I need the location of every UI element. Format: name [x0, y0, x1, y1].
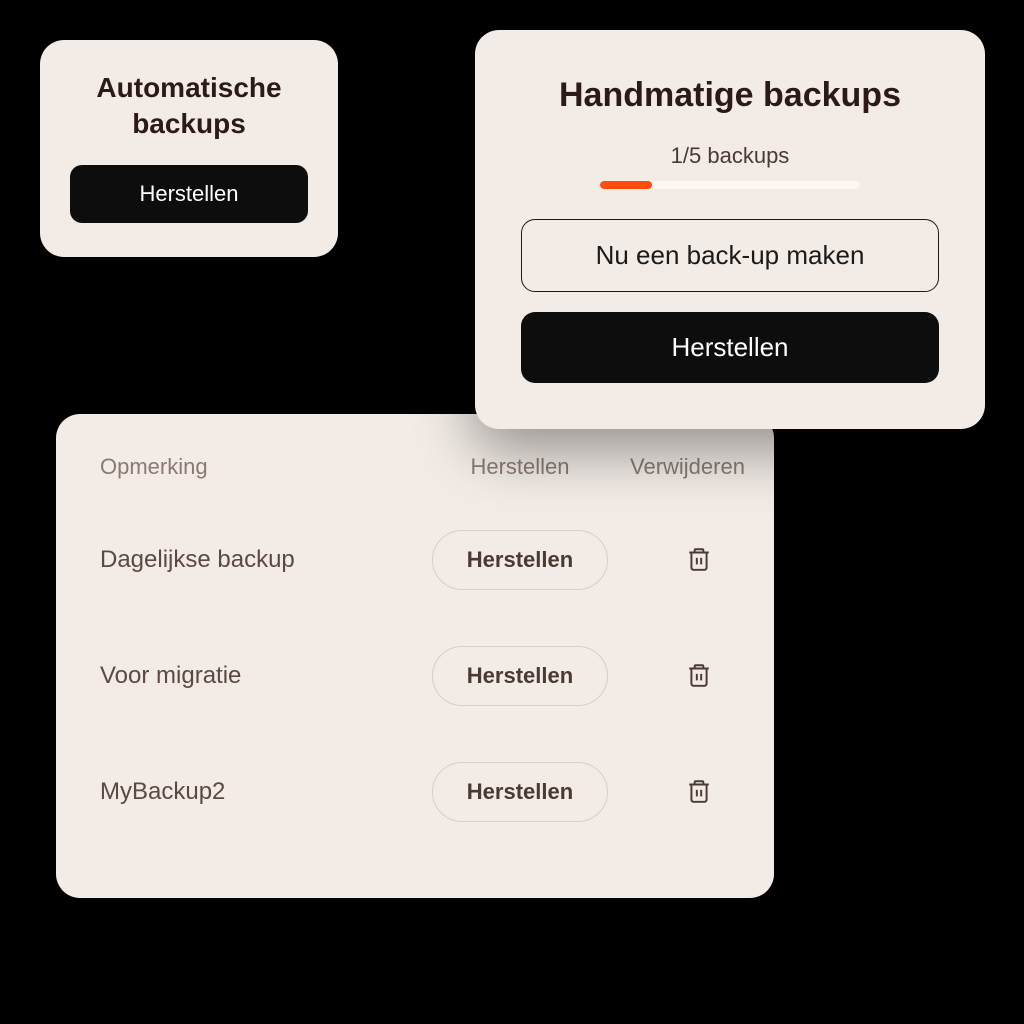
manual-backups-card: Handmatige backups 1/5 backups Nu een ba…: [475, 30, 985, 429]
auto-backups-card: Automatische backups Herstellen: [40, 40, 338, 257]
header-delete: Verwijderen: [630, 454, 757, 480]
trash-icon: [686, 560, 712, 575]
backup-quota-progress-fill: [600, 181, 652, 189]
row-delete-button[interactable]: [680, 540, 718, 581]
trash-icon: [686, 792, 712, 807]
backup-quota-progress: [600, 181, 860, 189]
row-note: Dagelijkse backup: [100, 546, 410, 574]
table-header: Opmerking Herstellen Verwijderen: [100, 454, 730, 480]
table-row: Voor migratie Herstellen: [100, 646, 730, 706]
row-delete-button[interactable]: [680, 656, 718, 697]
row-note: Voor migratie: [100, 662, 410, 690]
table-row: Dagelijkse backup Herstellen: [100, 530, 730, 590]
auto-restore-button[interactable]: Herstellen: [70, 165, 308, 223]
row-restore-button[interactable]: Herstellen: [432, 762, 608, 822]
auto-backups-title: Automatische backups: [70, 70, 308, 143]
row-delete-button[interactable]: [680, 772, 718, 813]
manual-restore-button[interactable]: Herstellen: [521, 312, 939, 383]
row-restore-button[interactable]: Herstellen: [432, 646, 608, 706]
row-note: MyBackup2: [100, 778, 410, 806]
trash-icon: [686, 676, 712, 691]
table-row: MyBackup2 Herstellen: [100, 762, 730, 822]
header-note: Opmerking: [100, 454, 410, 480]
backup-now-button[interactable]: Nu een back-up maken: [521, 219, 939, 292]
row-restore-button[interactable]: Herstellen: [432, 530, 608, 590]
header-restore: Herstellen: [410, 454, 630, 480]
backup-list-card: Opmerking Herstellen Verwijderen Dagelij…: [56, 414, 774, 898]
manual-backups-title: Handmatige backups: [521, 76, 939, 115]
backup-quota-text: 1/5 backups: [521, 143, 939, 169]
